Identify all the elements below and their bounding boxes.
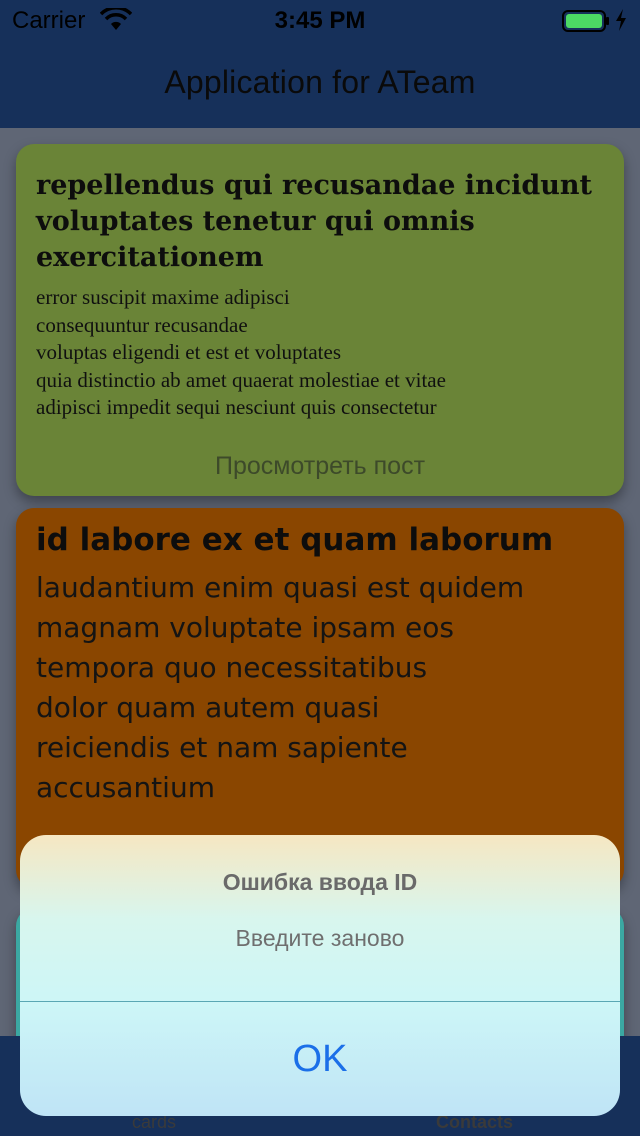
- post-body-line: dolor quam autem quasi: [36, 691, 380, 724]
- battery-icon: [562, 10, 609, 32]
- post-body: error suscipit maxime adipisci consequun…: [36, 284, 616, 422]
- view-post-button[interactable]: Просмотреть пост: [16, 452, 624, 481]
- post-body: laudantium enim quasi est quidem magnam …: [36, 568, 616, 808]
- post-body-line: reiciendis et nam sapiente: [36, 731, 408, 764]
- post-body-line: adipisci impedit sequi nesciunt quis con…: [36, 395, 437, 419]
- alert-message: Введите заново: [235, 925, 405, 951]
- status-bar: Carrier 3:45 PM: [0, 0, 640, 40]
- alert-title: Ошибка ввода ID: [222, 869, 418, 895]
- post-body-line: accusantium: [36, 771, 215, 804]
- post-title: id labore ex et quam laborum: [36, 522, 554, 558]
- top-bar: Carrier 3:45 PM Application for ATeam: [0, 0, 640, 128]
- post-body-line: quia distinctio ab amet quaerat molestia…: [36, 367, 446, 392]
- clock: 3:45 PM: [274, 7, 366, 34]
- post-title: repellendus qui recusandae incidunt volu…: [36, 170, 593, 273]
- post-body-line: magnam voluptate ipsam eos: [36, 611, 454, 644]
- nav-title: Application for ATeam: [164, 64, 476, 100]
- charging-icon: [616, 9, 626, 31]
- error-alert: Ошибка ввода ID Введите заново OK: [20, 835, 620, 1116]
- post-body-line: consequuntur recusandae: [36, 312, 248, 337]
- ok-button[interactable]: OK: [20, 1002, 620, 1116]
- post-body-line: laudantium enim quasi est quidem: [36, 571, 525, 604]
- post-body-line: error suscipit maxime adipisci: [36, 285, 290, 309]
- post-body-line: voluptas eligendi et est et voluptates: [36, 340, 342, 364]
- post-body-line: tempora quo necessitatibus: [36, 651, 428, 684]
- post-card[interactable]: repellendus qui recusandae incidunt volu…: [16, 144, 624, 496]
- post-card[interactable]: id labore ex et quam laborum laudantium …: [16, 508, 624, 888]
